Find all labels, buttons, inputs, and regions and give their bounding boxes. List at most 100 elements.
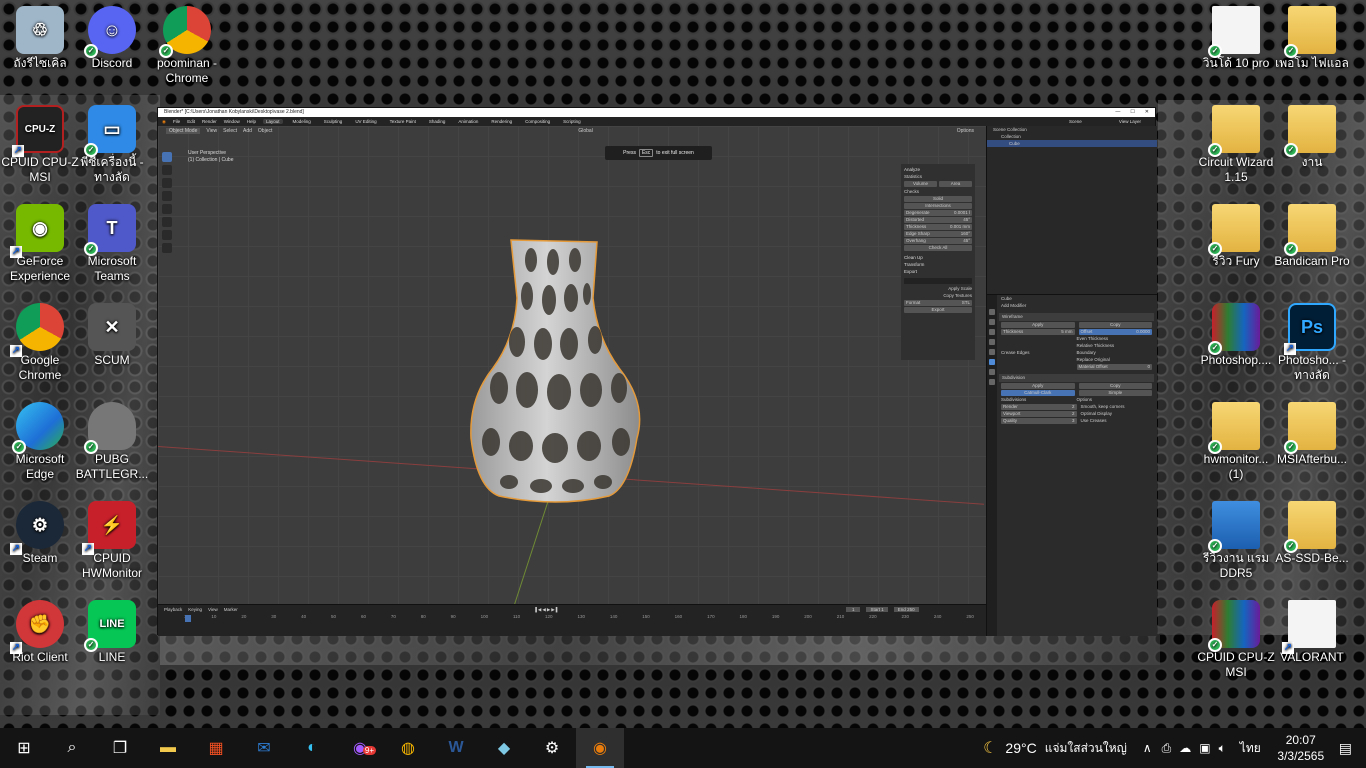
taskbar-settings[interactable]: ⚙ [528,728,576,768]
taskbar-chrome-badge[interactable]: ◉ 9+ [336,728,384,768]
desktop-icon-circuit-wizard[interactable]: ✓ Circuit Wizard 1.15 [1196,105,1276,195]
timeline-menu-keying[interactable]: Keying [188,607,202,612]
volume-button[interactable]: Volume [904,181,937,187]
minimize-icon[interactable]: — [1115,108,1120,117]
desktop-icon-geforce-experience[interactable]: ◉ ↗ GeForce Experience [0,204,80,294]
playhead[interactable] [185,615,191,622]
search-button[interactable]: ⌕ [48,728,96,768]
tab-animation[interactable]: Animation [455,119,481,124]
wireframe-modifier-header[interactable]: Wireframe [999,313,1154,321]
timeline-menu-playback[interactable]: Playback [164,607,182,612]
thickness-field[interactable]: Thickness 5 mm [1001,329,1075,335]
network-icon[interactable]: ▣ [1199,741,1210,755]
timeline-ruler[interactable]: 1102030405060708090100110120130140150160… [158,614,986,623]
blender-logo-icon[interactable]: ◉ [162,119,166,125]
add-modifier-button[interactable]: Add Modifier [999,302,1154,309]
outliner-scene-collection[interactable]: Scene Collection [987,126,1157,133]
desktop-icon-review-fury[interactable]: ✓ รีวิว Fury [1196,204,1276,294]
input-language[interactable]: ไทย [1240,739,1261,758]
apply-button[interactable]: Apply [1001,322,1075,328]
modifier-tab-icon[interactable] [989,359,995,365]
desktop-icon-msi-afterburner[interactable]: ✓ MSIAfterbu... [1272,402,1352,492]
optimal-display-checkbox[interactable]: Optimal Display [1081,411,1153,417]
desktop-icon-cpuid-cpuz-rar[interactable]: ✓ CPUID CPU-Z MSI [1196,600,1276,690]
menu-file[interactable]: File [173,119,180,124]
desktop-icon-recycle-bin[interactable]: ♲ ถังรีไซเคิล [0,6,80,96]
timeline-menu-marker[interactable]: Marker [224,607,238,612]
solid-button[interactable]: Solid [904,196,972,202]
taskbar-file-explorer[interactable]: ▬ [144,728,192,768]
distorted-field[interactable]: Distorted 45° [904,217,972,223]
boundary-checkbox[interactable]: Boundary [1077,349,1153,356]
scene-selector[interactable]: Scene [1069,119,1082,124]
blender-window[interactable]: Blender* [C:\Users\Jonathan Kobylanski\D… [157,107,1157,636]
notification-center-icon[interactable]: ▤ [1339,740,1352,757]
taskbar-chrome[interactable]: ◍ [384,728,432,768]
viewport-menu-add[interactable]: Add [243,128,252,134]
move-tool-icon[interactable] [162,178,172,188]
format-dropdown[interactable]: Format STL [904,300,972,306]
3d-viewport[interactable]: Object Mode View Select Add Object Globa… [157,126,986,621]
copy-button[interactable]: Copy [1078,322,1152,328]
measure-tool-icon[interactable] [162,243,172,253]
taskbar-microsoft-store[interactable]: ▦ [192,728,240,768]
desktop-icon-google-chrome[interactable]: ↗ Google Chrome [0,303,80,393]
physics-tab-icon[interactable] [989,369,995,375]
taskbar-edge[interactable]: ◐ [288,728,336,768]
timeline-panel[interactable]: Playback Keying View Marker ▐◀◀▶▶▌ 1 Sta… [158,604,986,636]
material-offset-field[interactable]: Material Offset 0 [1076,364,1152,370]
replace-original-checkbox[interactable]: Replace Original [999,356,1154,363]
volume-icon[interactable]: 🔈︎ [1219,741,1226,756]
weather-moon-icon[interactable]: ☾ [983,738,997,758]
object-tab-icon[interactable] [989,349,995,355]
outliner-cube[interactable]: Cube [987,140,1157,147]
desktop-icon-chrome-profile[interactable]: ✓ poominan - Chrome [147,6,227,96]
degenerate-field[interactable]: Degenerate 0.0001 l [904,210,972,216]
relative-thickness-checkbox[interactable]: Relative Thickness [999,342,1154,349]
use-creases-checkbox[interactable]: Use Creases [1081,418,1153,424]
desktop-icon-scum[interactable]: ✕ SCUM [72,303,152,393]
check-all-button[interactable]: Check All [904,245,972,251]
desktop-icon-pubg[interactable]: ✓ PUBG BATTLEGR... [72,402,152,492]
quality-field[interactable]: Quality 3 [1001,418,1077,424]
tab-sculpting[interactable]: Sculpting [321,119,346,124]
crease-edges-checkbox[interactable]: Crease Edges [1001,349,1030,356]
taskbar-mail[interactable]: ✉ [240,728,288,768]
analyze-section[interactable]: Analyze [904,166,972,173]
desktop-icon-steam[interactable]: ⚙ ↗ Steam [0,501,80,591]
window-titlebar[interactable]: Blender* [C:\Users\Jonathan Kobylanski\D… [158,108,1155,117]
desktop-icon-bandicam-pro[interactable]: ✓ Bandicam Pro [1272,204,1352,294]
desktop-icon-this-pc[interactable]: ▭ ✓ พีซีเครื่องนี้ - ทางลัด [72,105,152,195]
desktop-icon-review-ram-ddr5[interactable]: ✓ รีวิวงาน แรม DDR5 [1196,501,1276,591]
desktop-icon-line[interactable]: LINE ✓ LINE [72,600,152,690]
weather-temperature[interactable]: 29°C [1005,740,1036,756]
menu-help[interactable]: Help [247,119,256,124]
copy-button[interactable]: Copy [1078,383,1152,389]
desktop-icon-doc-folder-office[interactable]: ✓ เพอโม ไฟแอล [1272,6,1352,96]
thickness-field[interactable]: Thickness 0.001 mm [904,224,972,230]
output-tab-icon[interactable] [989,329,995,335]
viewport-menu-select[interactable]: Select [223,128,237,134]
rotate-tool-icon[interactable] [162,191,172,201]
mode-selector[interactable]: Object Mode [166,128,201,134]
transform-tool-icon[interactable] [162,217,172,227]
timeline-menu-view[interactable]: View [208,607,218,612]
start-button[interactable]: ⊞ [0,728,48,768]
tab-shading[interactable]: Shading [426,119,449,124]
export-path-field[interactable] [904,278,972,284]
tab-scripting[interactable]: Scripting [560,119,584,124]
desktop-icon-valorant[interactable]: ↗ VALORANT [1272,600,1352,690]
render-levels-field[interactable]: Render 2 [1001,404,1077,410]
end-frame-field[interactable]: End 250 [893,607,919,612]
desktop-icon-photoshop-rar[interactable]: ✓ Photoshop.... [1196,303,1276,393]
playback-controls[interactable]: ▐◀◀▶▶▌ [534,607,560,613]
desktop-icon-hwmonitor-folder[interactable]: ✓ hwmonitor... (1) [1196,402,1276,492]
uv-smooth-dropdown[interactable]: Smooth, keep corners [1081,404,1153,410]
intersections-button[interactable]: Intersections [904,203,972,209]
transform-section[interactable]: Transform [904,261,972,268]
tab-rendering[interactable]: Rendering [488,119,515,124]
scene-tab-icon[interactable] [989,339,995,345]
desktop-icon-doc-win10[interactable]: ✓ วินโด้ 10 pro [1196,6,1276,96]
desktop-icon-photoshop-shortcut[interactable]: Ps ↗ Photosho... - ทางลัด [1272,303,1352,393]
outliner-collection[interactable]: Collection [987,133,1157,140]
